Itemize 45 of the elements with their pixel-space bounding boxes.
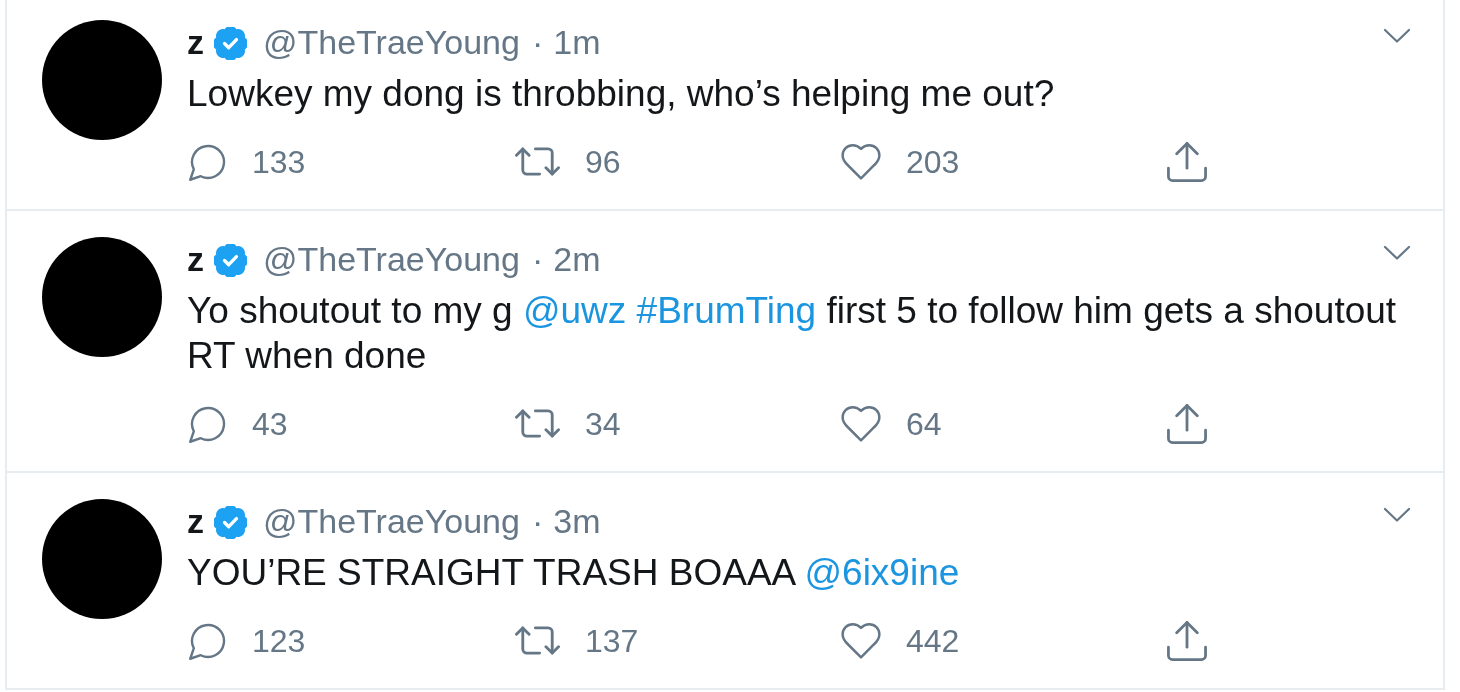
share-button[interactable] [1167,142,1207,182]
share-icon [1167,404,1207,444]
chevron-down-icon[interactable] [1383,28,1411,44]
share-button[interactable] [1167,621,1207,661]
mention-link[interactable]: @uwz [522,290,627,331]
retweet-arrows-icon [515,409,560,439]
author-name[interactable]: z [187,502,204,542]
reply-button[interactable]: 43 [189,404,288,444]
timestamp-link[interactable]: 1m [553,23,601,63]
separator-dot: · [531,502,544,542]
share-button[interactable] [1167,404,1207,444]
speech-bubble-icon [189,621,227,661]
retweet-button[interactable]: 96 [515,143,621,181]
author-handle[interactable]: @TheTraeYoung [263,23,520,63]
author-handle[interactable]: @TheTraeYoung [263,240,520,280]
chevron-down-icon[interactable] [1383,507,1411,523]
mention-link[interactable]: @6ix9ine [804,552,960,593]
share-icon [1167,621,1207,661]
like-button[interactable]: 64 [841,405,942,443]
share-icon [1167,142,1207,182]
retweet-button[interactable]: 34 [515,405,621,443]
reply-button[interactable]: 123 [189,621,306,661]
author-name[interactable]: z [187,240,204,280]
separator-dot: · [531,240,544,280]
retweet-button[interactable]: 137 [515,622,639,660]
chevron-down-icon[interactable] [1383,245,1411,261]
heart-icon [841,406,881,442]
timestamp-link[interactable]: 3m [553,502,601,542]
speech-bubble-icon [189,142,227,182]
like-button[interactable]: 442 [841,622,960,660]
tweet-text: Lowkey my dong is throbbing, who’s helping me out? [187,72,1056,116]
separator-dot: · [531,23,544,63]
speech-bubble-icon [189,404,227,444]
author-handle[interactable]: @TheTraeYoung [263,502,520,542]
retweet-arrows-icon [515,626,560,656]
heart-icon [841,144,881,180]
tweet-text: Yo shoutout to my g @uwz #BrumTing first 5 to follow him gets a shoutout RT when done [187,289,1398,378]
retweet-arrows-icon [515,147,560,177]
like-button[interactable]: 203 [841,143,960,181]
hashtag-link[interactable]: #BrumTing [636,290,817,331]
timestamp-link[interactable]: 2m [553,240,601,280]
reply-button[interactable]: 133 [189,142,306,182]
author-name[interactable]: z [187,23,204,63]
heart-icon [841,623,881,659]
tweet-text: YOU’RE STRAIGHT TRASH BOAAA @6ix9ine [187,551,961,595]
